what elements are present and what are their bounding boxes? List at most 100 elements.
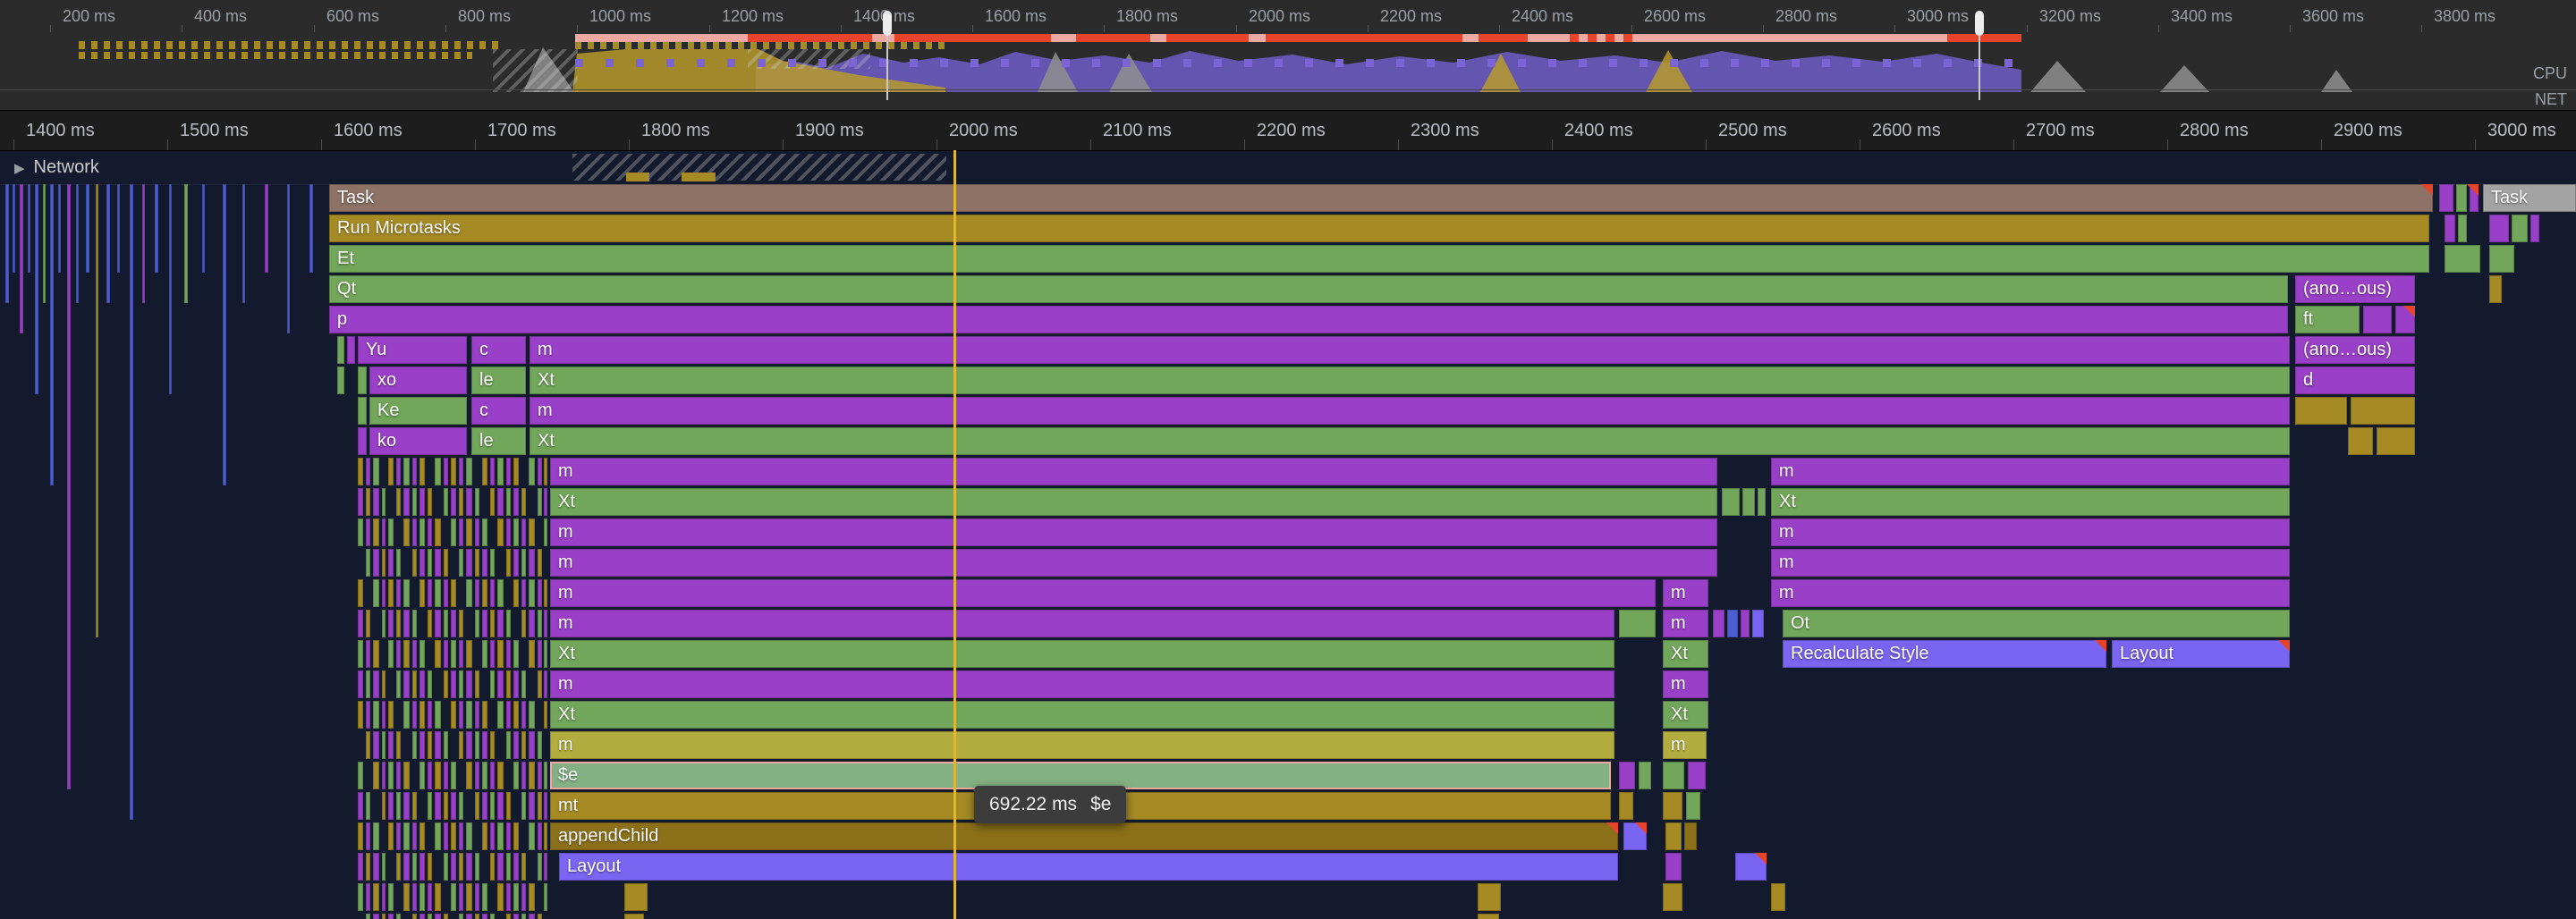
flame-bar[interactable]: [419, 883, 425, 911]
flame-bar[interactable]: Xt: [1771, 488, 2290, 516]
flame-bar[interactable]: [521, 579, 526, 607]
flame-bar[interactable]: [490, 579, 495, 607]
flame-bar[interactable]: [358, 701, 363, 729]
flame-bar[interactable]: [497, 792, 504, 820]
flame-strip[interactable]: [58, 184, 61, 273]
flame-bar[interactable]: [459, 914, 463, 919]
flame-bar[interactable]: [529, 519, 535, 546]
flame-bar[interactable]: [521, 853, 526, 881]
flame-bar[interactable]: [529, 792, 535, 820]
flame-bar[interactable]: [435, 458, 441, 485]
flame-bar[interactable]: [490, 488, 495, 516]
flame-bar[interactable]: [459, 731, 463, 759]
flame-bar[interactable]: [1688, 762, 1706, 789]
flame-strip[interactable]: [309, 184, 313, 273]
flame-bar[interactable]: [497, 458, 504, 485]
flame-bar[interactable]: [538, 549, 542, 577]
flame-bar[interactable]: Task: [2483, 184, 2576, 212]
flame-strip[interactable]: [20, 184, 23, 333]
flame-bar[interactable]: [466, 519, 472, 546]
flame-strip[interactable]: [106, 184, 110, 303]
flame-bar[interactable]: [435, 883, 441, 911]
flame-bar[interactable]: [482, 762, 487, 789]
flame-bar[interactable]: le: [471, 427, 526, 455]
flame-bar[interactable]: [529, 883, 535, 911]
flame-bar[interactable]: Recalculate Style: [1783, 640, 2106, 668]
flame-bar[interactable]: [466, 579, 472, 607]
flame-bar[interactable]: m: [1663, 731, 1707, 759]
flame-bar[interactable]: (ano…ous): [2295, 336, 2415, 364]
flame-bar[interactable]: [373, 670, 379, 698]
flame-bar[interactable]: m: [1771, 579, 2290, 607]
flame-bar[interactable]: [444, 914, 448, 919]
flame-bar[interactable]: [506, 640, 511, 668]
flame-bar[interactable]: [396, 792, 401, 820]
flame-bar[interactable]: [1752, 610, 1764, 637]
flame-bar[interactable]: [373, 762, 379, 789]
flame-bar[interactable]: [544, 610, 547, 637]
flame-bar[interactable]: [435, 792, 441, 820]
flame-bar[interactable]: appendChild: [550, 822, 1618, 850]
flame-bar[interactable]: [444, 853, 448, 881]
flame-bar[interactable]: [403, 822, 410, 850]
flame-bar[interactable]: [358, 610, 363, 637]
flame-bar[interactable]: Xt: [550, 701, 1614, 729]
flame-bar[interactable]: [388, 731, 394, 759]
flame-bar[interactable]: [366, 914, 370, 919]
flame-bar[interactable]: [396, 914, 401, 919]
flame-bar[interactable]: [388, 762, 394, 789]
flame-bar[interactable]: [412, 822, 417, 850]
flame-bar[interactable]: [475, 488, 479, 516]
flame-bar[interactable]: (ano…ous): [2295, 275, 2415, 303]
flame-bar[interactable]: [382, 670, 386, 698]
flame-bar[interactable]: [1665, 822, 1682, 850]
flame-bar[interactable]: [482, 549, 487, 577]
flame-bar[interactable]: [482, 792, 487, 820]
flame-bar[interactable]: [358, 579, 363, 607]
flame-bar[interactable]: [358, 853, 363, 881]
flame-bar[interactable]: [2377, 427, 2415, 455]
flame-bar[interactable]: [388, 458, 394, 485]
flame-bar[interactable]: [475, 883, 479, 911]
flame-bar[interactable]: [506, 853, 511, 881]
flame-bar[interactable]: m: [1771, 458, 2290, 485]
flame-bar[interactable]: [412, 610, 417, 637]
flame-bar[interactable]: [444, 549, 448, 577]
flame-bar[interactable]: [482, 579, 487, 607]
flame-strip[interactable]: [223, 184, 226, 485]
flame-bar[interactable]: [482, 458, 487, 485]
flame-bar[interactable]: ft: [2295, 306, 2360, 333]
flame-bar[interactable]: [403, 579, 410, 607]
flame-bar[interactable]: [358, 367, 367, 394]
flame-bar[interactable]: [358, 427, 367, 455]
flame-bar[interactable]: [1623, 822, 1647, 850]
flame-bar[interactable]: [444, 579, 448, 607]
flame-bar[interactable]: [428, 579, 432, 607]
flame-bar[interactable]: [513, 762, 519, 789]
flame-bar[interactable]: m: [1663, 670, 1708, 698]
flame-bar[interactable]: [451, 458, 456, 485]
flame-bar[interactable]: [419, 519, 425, 546]
flame-bar[interactable]: [403, 610, 410, 637]
flame-bar[interactable]: [412, 883, 417, 911]
flame-bar[interactable]: [506, 670, 511, 698]
flame-bar[interactable]: [403, 670, 410, 698]
flame-strip[interactable]: [287, 184, 290, 333]
flame-bar[interactable]: [529, 579, 535, 607]
flame-bar[interactable]: [337, 336, 344, 364]
flame-strip[interactable]: [28, 184, 30, 273]
flame-bar[interactable]: [428, 519, 432, 546]
flame-strip[interactable]: [13, 184, 15, 273]
flame-bar[interactable]: [388, 914, 394, 919]
flame-bar[interactable]: [459, 883, 463, 911]
flame-bar[interactable]: [2458, 215, 2467, 242]
flame-bar[interactable]: [444, 640, 448, 668]
flame-bar[interactable]: [466, 762, 472, 789]
flame-bar[interactable]: [513, 458, 519, 485]
flame-bar[interactable]: [366, 853, 370, 881]
flame-bar[interactable]: [466, 822, 472, 850]
flame-bar[interactable]: [544, 670, 547, 698]
flame-bar[interactable]: [544, 762, 547, 789]
flame-bar[interactable]: [482, 610, 487, 637]
flame-bar[interactable]: [521, 792, 526, 820]
